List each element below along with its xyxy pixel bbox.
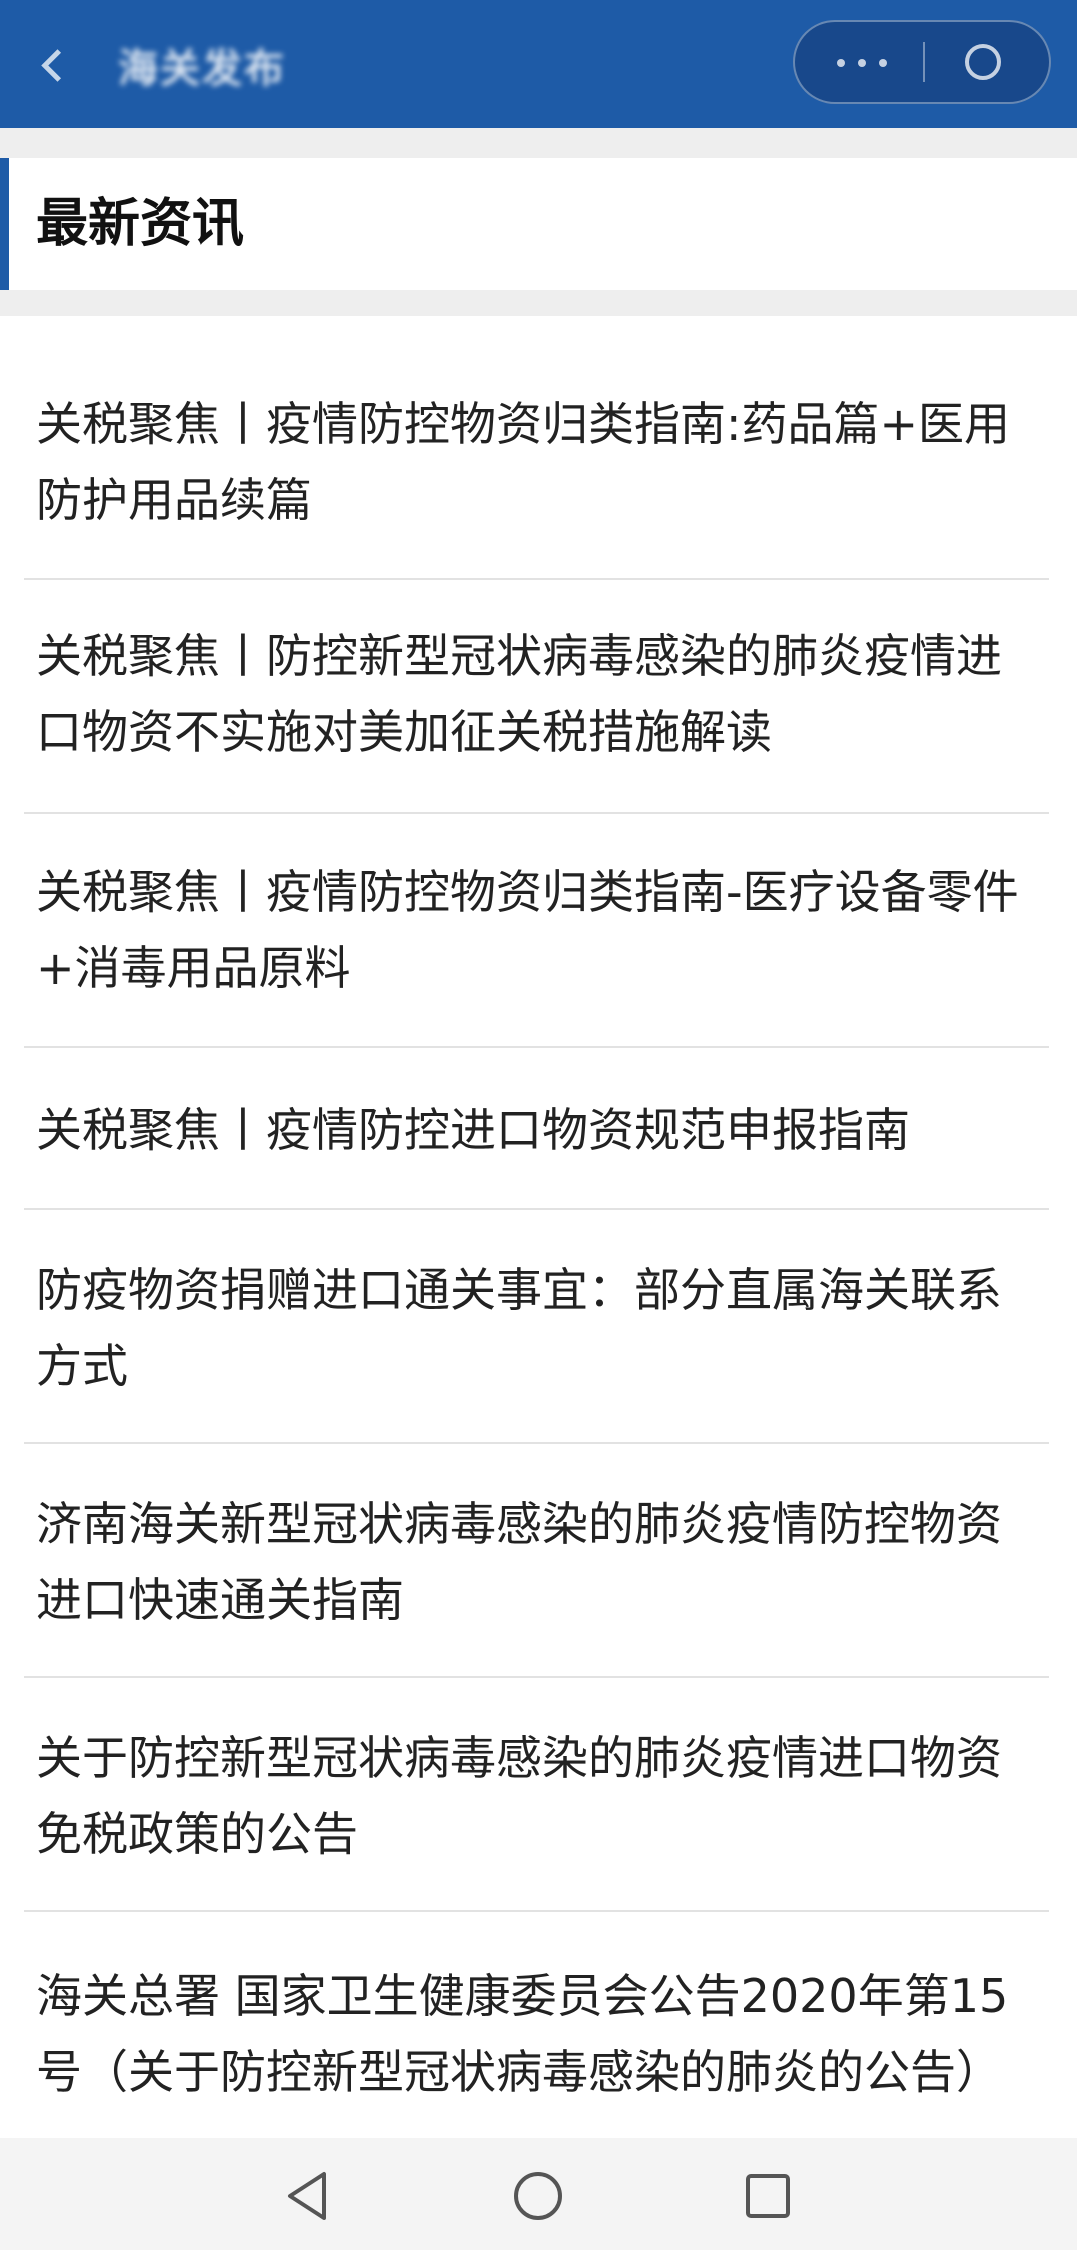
news-title: 关税聚焦丨防控新型冠状病毒感染的肺炎疫情进口物资不实施对美加征关税措施解读 (36, 629, 1002, 759)
close-icon[interactable] (965, 44, 1001, 80)
news-title: 关税聚焦丨疫情防控物资归类指南:药品篇+医用防护用品续篇 (36, 397, 1011, 527)
news-title: 济南海关新型冠状病毒感染的肺炎疫情防控物资进口快速通关指南 (36, 1497, 1002, 1627)
section-header: 最新资讯 (0, 158, 1077, 290)
circle-home-icon[interactable] (510, 2168, 566, 2224)
news-item[interactable]: 关于防控新型冠状病毒感染的肺炎疫情进口物资免税政策的公告 (0, 1678, 1077, 1912)
back-arrow-icon[interactable] (41, 49, 74, 82)
capsule-divider (923, 42, 925, 82)
news-item[interactable]: 关税聚焦丨疫情防控进口物资规范申报指南 (0, 1048, 1077, 1210)
section-accent-bar (0, 158, 9, 290)
menu-capsule (793, 20, 1051, 104)
news-title: 防疫物资捐赠进口通关事宜：部分直属海关联系方式 (36, 1263, 1002, 1393)
triangle-back-icon[interactable] (280, 2168, 336, 2224)
news-title: 关税聚焦丨疫情防控物资归类指南-医疗设备零件+消毒用品原料 (36, 865, 1019, 995)
section-title: 最新资讯 (36, 194, 245, 254)
page: 海关发布 最新资讯 关税聚焦丨疫情防控物资归类指南:药品篇+医用防护用品续篇 关… (0, 0, 1077, 2250)
news-item[interactable]: 济南海关新型冠状病毒感染的肺炎疫情防控物资进口快速通关指南 (0, 1444, 1077, 1678)
news-item[interactable]: 关税聚焦丨防控新型冠状病毒感染的肺炎疫情进口物资不实施对美加征关税措施解读 (0, 580, 1077, 814)
news-title: 海关总署 国家卫生健康委员会公告2020年第15号（关于防控新型冠状病毒感染的肺… (36, 1969, 1009, 2099)
system-navigation-bar (0, 2138, 1077, 2250)
news-item[interactable]: 防疫物资捐赠进口通关事宜：部分直属海关联系方式 (0, 1210, 1077, 1444)
news-title: 关于防控新型冠状病毒感染的肺炎疫情进口物资免税政策的公告 (36, 1731, 1002, 1861)
news-list: 关税聚焦丨疫情防控物资归类指南:药品篇+医用防护用品续篇 关税聚焦丨防控新型冠状… (0, 316, 1077, 2138)
top-app-bar: 海关发布 (0, 0, 1077, 128)
more-icon[interactable] (835, 59, 889, 67)
news-item[interactable]: 关税聚焦丨疫情防控物资归类指南:药品篇+医用防护用品续篇 (0, 316, 1077, 580)
square-recents-icon[interactable] (740, 2168, 796, 2224)
news-item[interactable]: 海关总署 国家卫生健康委员会公告2020年第15号（关于防控新型冠状病毒感染的肺… (0, 1912, 1077, 2138)
app-title: 海关发布 (118, 46, 286, 92)
news-item[interactable]: 关税聚焦丨疫情防控物资归类指南-医疗设备零件+消毒用品原料 (0, 814, 1077, 1048)
news-title: 关税聚焦丨疫情防控进口物资规范申报指南 (36, 1103, 910, 1157)
